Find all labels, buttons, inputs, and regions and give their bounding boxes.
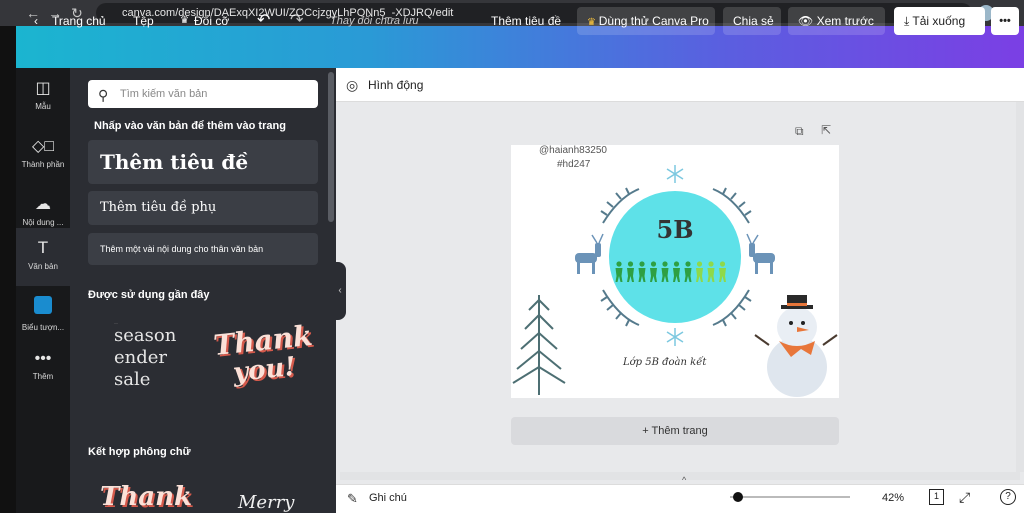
context-toolbar: [336, 68, 1024, 102]
file-menu-button[interactable]: Tệp: [133, 0, 154, 42]
rail-item-elements[interactable]: ◇□ Thành phần: [16, 126, 70, 184]
try-pro-button[interactable]: ♛ Dùng thử Canva Pro: [577, 7, 715, 35]
text-icon: T: [37, 238, 49, 257]
zoom-level[interactable]: 42%: [882, 492, 904, 504]
click-hint: Nhấp vào văn bản để thêm vào trang: [94, 120, 286, 132]
templates-icon: ◫: [35, 80, 51, 97]
animate-button[interactable]: Hình động: [368, 78, 423, 92]
eye-icon: 👁︎: [798, 14, 817, 28]
design-page[interactable]: @haianh83250 #hd247 5B Lớp 5B đoàn kết: [511, 145, 839, 398]
rail-item-templates[interactable]: ◫ Mẫu: [16, 68, 70, 126]
show-pages-chevron-icon[interactable]: ^: [682, 475, 686, 485]
panel-scroll-thumb[interactable]: [328, 72, 334, 222]
class-circle: [609, 191, 741, 323]
page-count-badge[interactable]: 1: [929, 489, 944, 505]
canvas-scrollbar[interactable]: [340, 472, 1020, 480]
recent-title: Được sử dụng gần đây: [88, 289, 210, 301]
rail-item-more[interactable]: ••• Thêm: [16, 340, 70, 398]
share-button[interactable]: Chia sẻ: [723, 7, 781, 35]
fullscreen-icon[interactable]: ⤢: [959, 489, 970, 506]
animate-icon[interactable]: ◎: [346, 77, 358, 94]
rail-item-text[interactable]: T Văn bản: [16, 228, 70, 286]
font-combos-title: Kết hợp phông chữ: [88, 446, 191, 458]
duplicate-page-icon[interactable]: ⧉: [795, 124, 804, 139]
add-page-button[interactable]: + Thêm trang: [511, 417, 839, 445]
save-status-text: Thay đổi chưa lưu: [330, 15, 419, 27]
vertical-scrollbar[interactable]: [1016, 102, 1024, 472]
add-page-icon[interactable]: ⇱: [821, 123, 831, 137]
recent-season-line: season: [114, 325, 177, 346]
class-caption: Lớp 5B đoàn kết: [623, 357, 707, 368]
search-icon: ⚲: [98, 87, 109, 103]
deer-left: [575, 233, 604, 274]
text-search-input[interactable]: Tìm kiếm văn bản: [88, 80, 318, 108]
help-icon[interactable]: ?: [1000, 489, 1016, 505]
side-rail: ◫ Mẫu ◇□ Thành phần ☁ Nội dung ... T Văn bản…: [16, 68, 70, 513]
notes-button[interactable]: Ghi chú: [369, 492, 407, 504]
collapse-panel-button[interactable]: ‹: [334, 262, 346, 320]
text-panel: Tìm kiếm văn bản ⚲ Nhấp vào văn bản để t…: [70, 68, 336, 513]
download-button[interactable]: ⤓ Tải xuống: [894, 7, 985, 35]
combo-merry[interactable]: Merry: [238, 492, 294, 513]
window-edge: [0, 26, 16, 513]
add-body-text-button[interactable]: Thêm một vài nội dung cho thân văn bản: [88, 233, 318, 265]
undo-icon[interactable]: ↶: [257, 0, 270, 42]
home-chevron-icon[interactable]: ‹: [34, 0, 38, 42]
combo-thank[interactable]: Thank: [100, 482, 192, 512]
recent-ender-line: ender: [114, 347, 168, 368]
add-subheading-button[interactable]: Thêm tiêu đề phụ: [88, 191, 318, 225]
elements-icon: ◇□: [32, 138, 54, 155]
add-heading-button[interactable]: Thêm tiêu đề: [88, 140, 318, 184]
zoom-slider-track[interactable]: [730, 496, 850, 498]
rail-item-logo[interactable]: Biểu tượn...: [16, 286, 70, 344]
deer-right: [746, 233, 775, 274]
crown-icon: ♛: [587, 17, 599, 28]
pine-tree: [512, 295, 566, 395]
back-arrow-icon[interactable]: ←: [22, 5, 44, 21]
recent-season-sale[interactable]: — season ender sale: [98, 314, 188, 414]
recent-thank-you[interactable]: Thank you!: [212, 319, 316, 411]
add-title-button[interactable]: Thêm tiêu đề: [491, 0, 561, 42]
notes-icon[interactable]: ✎: [347, 491, 358, 507]
preview-button[interactable]: 👁︎ Xem trước: [788, 7, 885, 35]
upload-cloud-icon: ☁: [35, 196, 51, 213]
crown-icon: ♛: [180, 15, 189, 26]
redo-icon[interactable]: ↷: [290, 0, 303, 42]
more-button[interactable]: •••: [991, 7, 1019, 35]
home-button[interactable]: Trang chủ: [52, 0, 106, 42]
more-dots-icon: •••: [34, 350, 52, 367]
class-name-label: 5B: [656, 215, 694, 244]
recent-sale-line: sale: [114, 369, 151, 390]
snowflake-bottom: [666, 328, 684, 346]
logo-icon: [16, 296, 70, 319]
bottom-bar: [336, 484, 1024, 513]
snowflake-top: [666, 165, 684, 183]
snowman: [754, 295, 838, 397]
resize-button[interactable]: Đổi cỡ: [194, 0, 229, 42]
